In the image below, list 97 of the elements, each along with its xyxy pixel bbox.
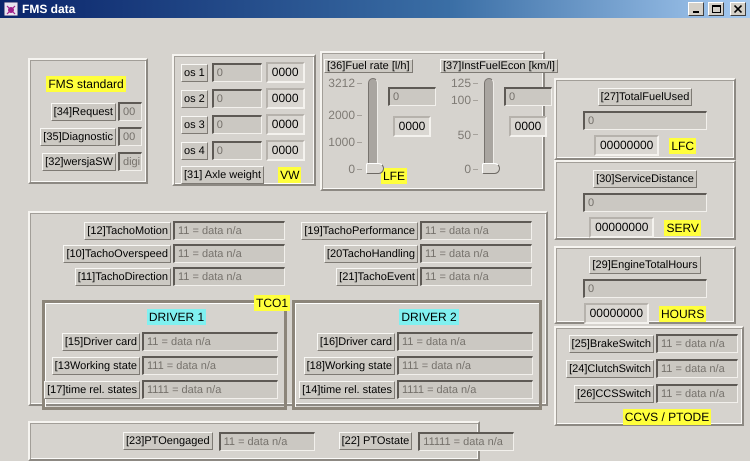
maximize-icon — [712, 5, 720, 13]
value-field: 11 = data n/a — [218, 432, 315, 450]
value-field: 11 = data n/a — [656, 384, 738, 403]
field-label: [16]Driver card — [316, 332, 395, 350]
section-tag: TCO1 — [254, 295, 290, 311]
scale-label: 2000 — [328, 108, 362, 122]
value-field: 11 = data n/a — [173, 244, 285, 263]
value-field: 11 = data n/a — [656, 359, 738, 378]
scale-label: 50 — [458, 128, 478, 142]
field-label: [23]PTOengaged — [123, 432, 213, 450]
reading-display: 0000 — [392, 116, 432, 137]
value-field: 0 — [504, 87, 552, 106]
section-tag: FMS standard — [46, 76, 126, 92]
value-field: 0 — [583, 111, 707, 130]
app-icon — [4, 2, 18, 16]
scale-label: 100 — [450, 93, 478, 108]
value-field: 0 — [212, 141, 262, 160]
reading-display: 00000000 — [589, 217, 654, 238]
field-label: [20TachoHandling — [324, 244, 418, 262]
value-field: 11 = data n/a — [420, 221, 532, 240]
scale-label: 0 — [464, 162, 478, 176]
value-field: 11 = data n/a — [420, 244, 532, 263]
value-field: 11 = data n/a — [142, 332, 278, 351]
field-label: [32]wersjaSW — [42, 152, 116, 170]
value-field: 0 — [212, 63, 262, 82]
minimize-button[interactable] — [688, 2, 704, 16]
section-tag: HOURS — [659, 306, 706, 322]
field-label: [36]Fuel rate [l/h] — [324, 59, 413, 73]
value-field: 00 — [118, 127, 142, 146]
reading-display: 0000 — [266, 88, 304, 109]
field-label: [37]InstFuelEcon [km/l] — [440, 59, 558, 73]
value-field: 11 = data n/a — [397, 332, 533, 351]
section-tag: SERV — [664, 220, 701, 236]
close-icon — [734, 5, 742, 13]
value-field: 11 = data n/a — [173, 267, 285, 286]
value-field: 11 = data n/a — [420, 267, 532, 286]
section-tag: DRIVER 1 — [146, 309, 206, 325]
slider-thumb[interactable] — [482, 163, 500, 174]
field-label: [27]TotalFuelUsed — [598, 88, 692, 106]
reading-display: 0000 — [266, 114, 304, 135]
field-label: [13Working state — [52, 356, 140, 374]
reading-display: 0000 — [266, 140, 304, 161]
field-label: [10]TachoOverspeed — [63, 244, 171, 262]
value-field: 11111 = data n/a — [418, 432, 514, 450]
maximize-button[interactable] — [708, 2, 724, 16]
field-label: os 2 — [181, 90, 208, 108]
value-field: 0 — [212, 115, 262, 134]
field-label: [31] Axle weight — [181, 166, 264, 184]
field-label: [14]time rel. states — [299, 380, 395, 398]
reading-display: 00000000 — [594, 135, 660, 156]
value-field: 1111 = data n/a — [397, 380, 533, 399]
value-field: digi — [118, 152, 142, 171]
value-field: 1111 = data n/a — [142, 380, 278, 399]
value-field: 111 = data n/a — [397, 356, 533, 375]
section-tag: VW — [278, 167, 302, 183]
reading-display: 0000 — [266, 62, 304, 83]
section-tag: LFC — [669, 138, 696, 154]
field-label: [22] PTOstate — [338, 432, 412, 450]
value-field: 0 — [583, 279, 707, 298]
field-label: [21]TachoEvent — [336, 268, 418, 286]
scale-label: 1000 — [328, 135, 362, 150]
field-label: [18]Working state — [304, 356, 395, 374]
field-label: [12]TachoMotion — [84, 222, 171, 240]
value-field: 0 — [388, 87, 436, 106]
section-tag: CCVS / PTODE — [622, 409, 712, 425]
value-field: 111 = data n/a — [142, 356, 278, 375]
field-label: [26]CCSSwitch — [574, 384, 654, 402]
field-label: [19]TachoPerformance — [301, 222, 418, 240]
slider-thumb[interactable] — [366, 163, 384, 174]
field-label: [24]ClutchSwitch — [566, 360, 654, 378]
close-button[interactable] — [730, 2, 746, 16]
window-title: FMS data — [22, 2, 76, 16]
field-label: [34]Request — [50, 102, 116, 120]
field-label: [35]Diagnostic — [40, 128, 116, 146]
value-field: 0 — [212, 89, 262, 108]
section-tag: LFE — [381, 168, 408, 184]
field-label: os 3 — [181, 116, 208, 134]
field-label: [11]TachoDirection — [74, 268, 171, 286]
vertical-slider[interactable] — [482, 78, 500, 174]
section-tag: DRIVER 2 — [399, 309, 459, 325]
field-label: os 4 — [181, 142, 208, 160]
reading-display: 00000000 — [584, 303, 650, 324]
field-label: os 1 — [181, 64, 208, 82]
field-label: [29]EngineTotalHours — [589, 256, 701, 274]
scale-label: 125 — [450, 76, 478, 90]
vertical-slider[interactable] — [366, 78, 384, 174]
value-field: 11 = data n/a — [173, 221, 285, 240]
field-label: [30]ServiceDistance — [593, 170, 697, 188]
value-field: 00 — [118, 102, 142, 121]
scale-label: 3212 — [328, 76, 362, 90]
value-field: 11 = data n/a — [656, 334, 738, 353]
reading-display: 0000 — [508, 116, 548, 137]
field-label: [25]BrakeSwitch — [568, 334, 654, 352]
scale-label: 0 — [348, 162, 362, 176]
value-field: 0 — [583, 193, 707, 212]
field-label: [17]time rel. states — [44, 380, 140, 398]
field-label: [15]Driver card — [62, 332, 140, 350]
